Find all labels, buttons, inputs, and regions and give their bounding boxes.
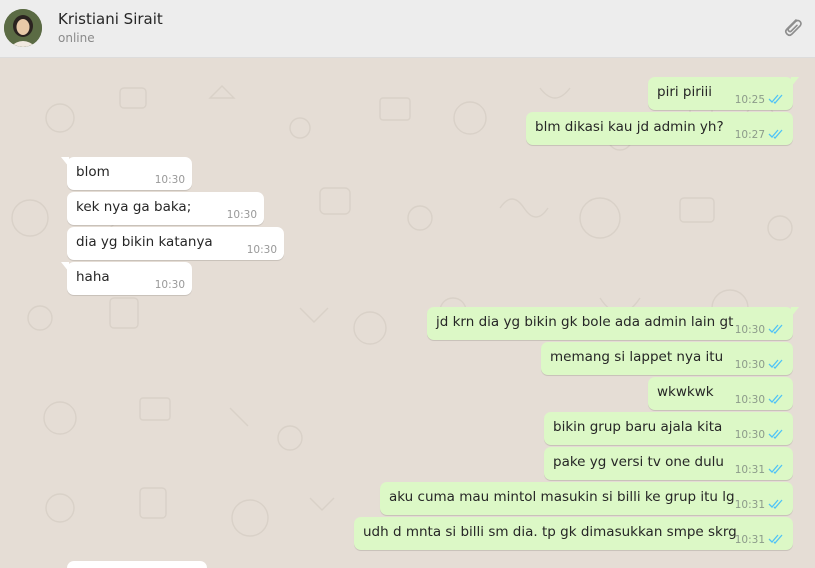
message-time: 10:25: [734, 94, 765, 106]
read-ticks-icon: [768, 534, 783, 544]
avatar-photo-icon: [4, 9, 42, 47]
message-incoming[interactable]: blom 10:30: [61, 157, 192, 190]
message-outgoing[interactable]: wkwkwk 10:30: [648, 377, 793, 410]
message-text: blom: [76, 164, 110, 180]
read-ticks-icon: [768, 429, 783, 439]
message-text: haha: [76, 269, 110, 285]
message-time: 10:30: [226, 209, 257, 221]
contact-name[interactable]: Kristiani Sirait: [58, 10, 163, 28]
read-ticks-icon: [768, 129, 783, 139]
message-time: 10:31: [734, 534, 765, 546]
message-time: 10:30: [154, 279, 185, 291]
message-outgoing[interactable]: bikin grup baru ajala kita 10:30: [544, 412, 793, 445]
message-incoming-partial[interactable]: [67, 561, 207, 568]
message-outgoing[interactable]: jd krn dia yg bikin gk bole ada admin la…: [427, 307, 799, 340]
message-incoming[interactable]: kek nya ga baka; 10:30: [67, 192, 264, 225]
message-time: 10:30: [734, 394, 765, 406]
message-time: 10:30: [246, 244, 277, 256]
paperclip-icon[interactable]: [779, 14, 805, 40]
message-time: 10:30: [734, 324, 765, 336]
message-outgoing[interactable]: piri piriii 10:25: [648, 77, 799, 110]
message-outgoing[interactable]: blm dikasi kau jd admin yh? 10:27: [526, 112, 793, 145]
message-time: 10:30: [734, 429, 765, 441]
message-outgoing[interactable]: aku cuma mau mintol masukin si billi ke …: [380, 482, 793, 515]
chat-header: Kristiani Sirait online: [0, 0, 815, 58]
message-time: 10:31: [734, 464, 765, 476]
message-incoming[interactable]: dia yg bikin katanya 10:30: [67, 227, 284, 260]
read-ticks-icon: [768, 324, 783, 334]
message-outgoing[interactable]: udh d mnta si billi sm dia. tp gk dimasu…: [354, 517, 793, 550]
read-ticks-icon: [768, 394, 783, 404]
message-outgoing[interactable]: pake yg versi tv one dulu 10:31: [544, 447, 793, 480]
contact-avatar[interactable]: [4, 9, 42, 47]
message-text: kek nya ga baka;: [76, 199, 192, 215]
message-text: dia yg bikin katanya: [76, 234, 213, 250]
contact-status: online: [58, 31, 95, 45]
message-time: 10:30: [154, 174, 185, 186]
read-ticks-icon: [768, 94, 783, 104]
read-ticks-icon: [768, 359, 783, 369]
read-ticks-icon: [768, 499, 783, 509]
message-time: 10:27: [734, 129, 765, 141]
message-outgoing[interactable]: memang si lappet nya itu 10:30: [541, 342, 793, 375]
chat-area[interactable]: piri piriii 10:25 blm dikasi kau jd admi…: [0, 58, 815, 568]
message-time: 10:30: [734, 359, 765, 371]
read-ticks-icon: [768, 464, 783, 474]
message-incoming[interactable]: haha 10:30: [61, 262, 192, 295]
message-time: 10:31: [734, 499, 765, 511]
